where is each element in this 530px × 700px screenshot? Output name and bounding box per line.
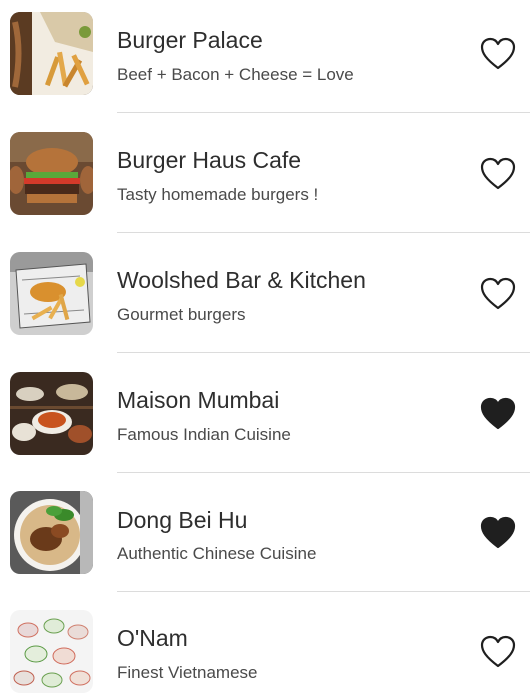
restaurant-tagline: Famous Indian Cuisine [117,425,291,444]
restaurant-list: Burger Palace Beef + Bacon + Cheese = Lo… [0,0,530,700]
chinese-rice-bowl-image [10,491,93,574]
row-divider [117,591,530,592]
spring-rolls-image [10,610,93,693]
restaurant-tagline: Gourmet burgers [117,305,246,324]
heart-filled-icon[interactable] [480,516,516,550]
list-item[interactable]: Woolshed Bar & Kitchen Gourmet burgers [0,240,530,360]
restaurant-name: Burger Haus Cafe [117,147,302,173]
restaurant-name: Dong Bei Hu [117,507,248,533]
restaurant-name: Maison Mumbai [117,387,280,413]
heart-outline-icon[interactable] [480,635,516,669]
row-divider [117,232,530,233]
heart-outline-icon[interactable] [480,37,516,71]
restaurant-tagline: Authentic Chinese Cuisine [117,544,317,563]
heart-outline-icon[interactable] [480,277,516,311]
list-item[interactable]: Dong Bei Hu Authentic Chinese Cuisine [0,480,530,600]
row-divider [117,472,530,473]
restaurant-tagline: Finest Vietnamese [117,663,258,682]
restaurant-tagline: Beef + Bacon + Cheese = Love [117,65,354,84]
row-divider [117,112,530,113]
heart-outline-icon[interactable] [480,157,516,191]
list-item[interactable]: Burger Palace Beef + Bacon + Cheese = Lo… [0,0,530,120]
restaurant-name: O'Nam [117,625,188,651]
burger-image [10,132,93,215]
restaurant-name: Woolshed Bar & Kitchen [117,267,366,293]
fish-and-chips-image [10,252,93,335]
indian-dishes-image [10,372,93,455]
list-item[interactable]: Burger Haus Cafe Tasty homemade burgers … [0,120,530,240]
row-divider [117,352,530,353]
restaurant-name: Burger Palace [117,27,263,53]
list-item[interactable]: O'Nam Finest Vietnamese [0,600,530,700]
restaurant-tagline: Tasty homemade burgers ! [117,185,319,204]
fries-sandwich-image [10,12,93,95]
heart-filled-icon[interactable] [480,397,516,431]
list-item[interactable]: Maison Mumbai Famous Indian Cuisine [0,360,530,480]
